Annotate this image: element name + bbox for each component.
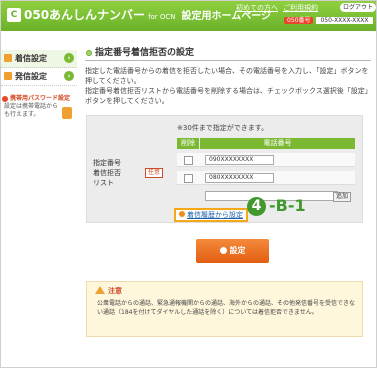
sidebar-item-outgoing[interactable]: 発信設定 ›: [1, 68, 77, 86]
description-line-2: 指定番号着信拒否リストから電話番号を削除する場合は、チェックボックス選択後「設定…: [85, 87, 369, 105]
delete-checkbox[interactable]: [184, 156, 193, 165]
reject-list-form: 指定番号 着信拒否 リスト 任意 ※30件まで指定ができます。 削除 電話番号 …: [86, 115, 363, 223]
table-row: 090XXXXXXXX: [177, 153, 355, 167]
logout-button[interactable]: ログアウト: [340, 3, 377, 12]
header-links: 初めての方へ ご利用規約: [236, 3, 323, 13]
mobile-password-desc: 設定は携帯電話からも行えます。: [4, 103, 59, 118]
column-header-delete: 削除: [177, 138, 199, 149]
phone-number-field[interactable]: 080XXXXXXXX: [205, 173, 274, 183]
warning-icon: [95, 286, 105, 294]
arrow-circle-icon: [179, 211, 185, 217]
mobile-password-title: 携帯用パスワード設定: [1, 95, 76, 103]
form-label: 指定番号 着信拒否 リスト: [93, 159, 121, 187]
sidebar-item-label: 着信設定: [15, 54, 47, 63]
ocn-logo-icon: C: [7, 8, 21, 22]
phone-number-field[interactable]: 090XXXXXXXX: [205, 155, 274, 165]
table-row: 080XXXXXXXX: [177, 171, 355, 185]
step-label: -B-1: [269, 196, 306, 215]
caution-title-label: 注意: [108, 287, 122, 295]
header-bar: C 050あんしんナンバー for OCN 設定用ホームページ 初めての方へ ご利用規…: [1, 1, 377, 31]
sidebar-item-incoming[interactable]: 着信設定 ›: [1, 50, 77, 68]
chevron-right-icon: ›: [64, 71, 74, 81]
caution-body: 公衆電話からの通話、緊急通報機関からの通話、海外からの通話、その他発信番号を受信…: [97, 300, 356, 316]
optional-badge: 任意: [145, 168, 164, 178]
phone-icon: [4, 54, 12, 62]
lock-icon: [62, 107, 72, 119]
terms-link[interactable]: ご利用規約: [283, 4, 318, 12]
sidebar-item-label: 発信設定: [15, 72, 47, 81]
caution-box: 注意 公衆電話からの通話、緊急通報機関からの通話、海外からの通話、その他発信番号…: [86, 281, 363, 337]
history-link[interactable]: 着信履歴から設定: [174, 208, 248, 222]
step-callout: 4 -B-1: [247, 195, 306, 217]
history-link-label: 着信履歴から設定: [187, 211, 243, 219]
number-tag-label: 050番号: [284, 17, 314, 24]
chevron-right-icon: ›: [64, 53, 74, 63]
brand-name: 050あんしんナンバー: [24, 8, 146, 22]
mobile-password-box[interactable]: 携帯用パスワード設定 設定は携帯電話からも行えます。: [1, 95, 76, 131]
page-title: 指定番号着信拒否の設定: [85, 46, 371, 61]
brand-title: 050あんしんナンバー for OCN 設定用ホームページ: [24, 8, 271, 24]
phone-icon: [4, 72, 12, 80]
arrow-circle-icon: [219, 247, 227, 254]
number-tag-value: 050-XXXX-XXXX: [316, 17, 373, 24]
first-time-link[interactable]: 初めての方へ: [236, 4, 278, 12]
step-number-badge: 4: [247, 197, 266, 216]
set-button[interactable]: 設定: [196, 239, 269, 263]
set-button-label: 設定: [229, 246, 246, 255]
add-button[interactable]: 追加: [333, 192, 352, 202]
limit-note: ※30件まで指定ができます。: [177, 124, 269, 132]
number-tag: 050番号 050-XXXX-XXXX: [284, 16, 373, 26]
brand-for: for OCN: [148, 13, 176, 21]
column-header-phone: 電話番号: [200, 138, 355, 149]
description: 指定した電話番号からの着信を拒否したい場合、その電話番号を入力し、「設定」ボタン…: [85, 66, 370, 106]
description-line-1: 指定した電話番号からの着信を拒否したい場合、その電話番号を入力し、「設定」ボタン…: [85, 67, 369, 85]
sidebar: 着信設定 › 発信設定 ›: [1, 50, 77, 86]
delete-checkbox[interactable]: [184, 174, 193, 183]
caution-title: 注意: [95, 286, 122, 296]
